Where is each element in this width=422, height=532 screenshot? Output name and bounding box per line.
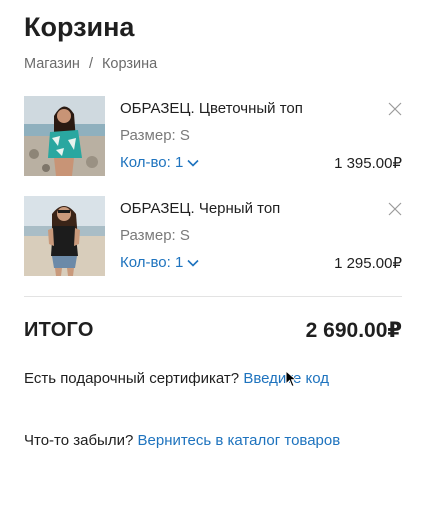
back-to-catalog-link[interactable]: Вернитесь в каталог товаров bbox=[138, 432, 341, 449]
quantity-label: Кол-во: 1 bbox=[120, 154, 184, 171]
forgot-question: Что-то забыли? bbox=[24, 432, 134, 449]
chevron-down-icon bbox=[187, 259, 199, 267]
item-size: Размер: S bbox=[120, 127, 190, 144]
product-photo[interactable] bbox=[24, 196, 105, 276]
item-size: Размер: S bbox=[120, 227, 190, 244]
total-label: ИТОГО bbox=[24, 319, 94, 341]
breadcrumb: Магазин / Корзина bbox=[24, 56, 157, 72]
item-name[interactable]: ОБРАЗЕЦ. Цветочный топ bbox=[120, 100, 303, 117]
cart-item: ОБРАЗЕЦ. Цветочный топ Размер: S Кол-во:… bbox=[24, 96, 402, 176]
close-icon[interactable] bbox=[388, 102, 402, 116]
item-price: 1 295.00₽ bbox=[334, 255, 402, 272]
item-name[interactable]: ОБРАЗЕЦ. Черный топ bbox=[120, 200, 280, 217]
quantity-label: Кол-во: 1 bbox=[120, 254, 184, 271]
forgot-line: Что-то забыли? Вернитесь в каталог товар… bbox=[24, 432, 340, 449]
gift-question: Есть подарочный сертификат? bbox=[24, 370, 240, 387]
product-photo-image bbox=[24, 196, 105, 276]
product-photo[interactable] bbox=[24, 96, 105, 176]
breadcrumb-separator: / bbox=[88, 56, 93, 72]
close-icon[interactable] bbox=[388, 202, 402, 216]
breadcrumb-shop-link[interactable]: Магазин bbox=[24, 56, 80, 72]
quantity-dropdown[interactable]: Кол-во: 1 bbox=[120, 254, 200, 271]
chevron-down-icon bbox=[187, 159, 199, 167]
quantity-dropdown[interactable]: Кол-во: 1 bbox=[120, 154, 200, 171]
page-title: Корзина bbox=[24, 12, 135, 42]
mouse-cursor-icon bbox=[285, 370, 297, 388]
product-photo-image bbox=[24, 96, 105, 176]
gift-certificate-line: Есть подарочный сертификат? Введите код bbox=[24, 370, 329, 387]
total-value: 2 690.00₽ bbox=[305, 319, 402, 342]
item-price: 1 395.00₽ bbox=[334, 155, 402, 172]
divider bbox=[24, 296, 402, 297]
cart-item: ОБРАЗЕЦ. Черный топ Размер: S Кол-во: 1 … bbox=[24, 196, 402, 276]
breadcrumb-current: Корзина bbox=[101, 56, 158, 72]
